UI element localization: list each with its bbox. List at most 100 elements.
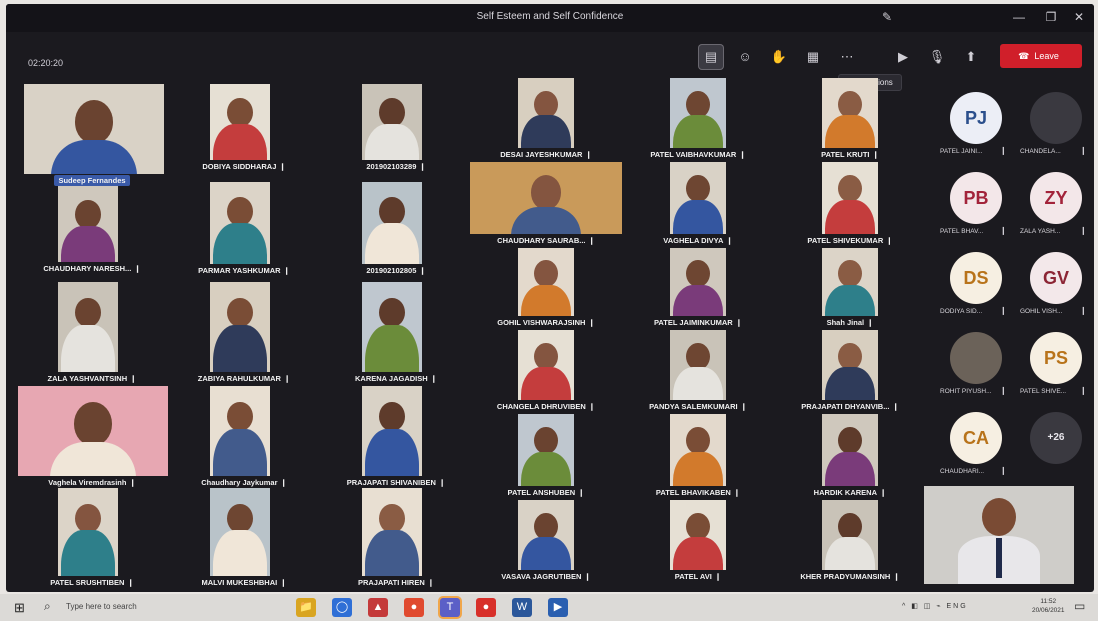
rooms-icon[interactable]: ▦ — [800, 44, 826, 70]
participant-tile[interactable]: Chaudhary Jaykumar ❙ — [168, 386, 320, 490]
participant-video — [58, 488, 118, 576]
participant-video — [670, 78, 726, 148]
participant-tile[interactable]: PANDYA SALEMKUMARI ❙ — [622, 330, 774, 414]
app-icon[interactable]: ▲ — [368, 598, 388, 617]
participant-avatar[interactable]: PB — [950, 172, 1002, 224]
participant-avatar[interactable]: ZY — [1030, 172, 1082, 224]
participant-tile[interactable]: PATEL VAIBHAVKUMAR ❙ — [622, 78, 774, 162]
taskbar-search-input[interactable]: Type here to search — [66, 602, 137, 611]
participant-head — [534, 512, 558, 540]
avatar-initials: DS — [963, 268, 989, 288]
cortana-icon[interactable]: ◯ — [332, 598, 352, 617]
avatar-name: DODIYA SID... — [940, 308, 983, 315]
app-red-icon[interactable]: ● — [476, 598, 496, 617]
participant-video — [518, 500, 574, 570]
participant-name: PATEL JAIMINKUMAR — [653, 318, 733, 327]
minimize-button[interactable]: — — [1008, 8, 1030, 26]
pen-icon[interactable]: ✎ — [876, 8, 898, 26]
search-icon[interactable]: ⌕ — [44, 599, 51, 614]
participant-name: ZALA YASHVANTSINH — [47, 374, 128, 383]
participant-name-label: PARMAR YASHKUMAR ❙ — [168, 264, 320, 278]
participant-tile[interactable]: PATEL BHAVIKABEN ❙ — [622, 414, 774, 500]
chrome-icon[interactable]: ● — [404, 598, 424, 617]
participant-body — [672, 367, 724, 400]
participant-tile[interactable]: PATEL ANSHUBEN ❙ — [470, 414, 622, 500]
participant-tile[interactable]: PRAJAPATI SHIVANIBEN ❙ — [320, 386, 472, 490]
participant-tile[interactable]: VASAVA JAGRUTIBEN ❙ — [470, 500, 622, 584]
participant-head — [379, 402, 405, 432]
participant-head — [379, 298, 405, 328]
participant-video — [210, 386, 270, 476]
taskbar-clock[interactable]: 11:52 20/06/2021 — [1032, 597, 1065, 615]
self-view-video[interactable] — [924, 486, 1074, 584]
participant-tile[interactable]: DESAI JAYESHKUMAR ❙ — [470, 78, 622, 162]
participant-video — [670, 330, 726, 400]
participant-tile[interactable]: PATEL SRUSHTIBEN ❙ — [16, 488, 168, 590]
participant-name-label: PATEL JAIMINKUMAR ❙ — [622, 316, 774, 330]
participant-tile[interactable]: CHANGELA DHRUVIBEN ❙ — [470, 330, 622, 414]
participant-tile[interactable]: PATEL KRUTI ❙ — [774, 78, 926, 162]
participant-tile[interactable]: 201902102805 ❙ — [320, 182, 472, 278]
participant-tile[interactable]: PRAJAPATI HIREN ❙ — [320, 488, 472, 590]
microphone-icon[interactable]: 🎙 — [924, 44, 950, 70]
participant-tile[interactable]: MALVI MUKESHBHAI ❙ — [168, 488, 320, 590]
close-button[interactable]: ✕ — [1068, 8, 1090, 26]
participant-avatar[interactable] — [950, 332, 1002, 384]
mic-muted-icon: ❙ — [892, 402, 899, 411]
participant-tile[interactable]: Vaghela Viremdrasinh ❙ — [16, 386, 168, 490]
chat-icon[interactable]: ☺ — [732, 44, 758, 70]
participant-tile[interactable]: PRAJAPATI DHYANVIB... ❙ — [774, 330, 926, 414]
participant-avatar[interactable] — [1030, 92, 1082, 144]
participant-tile[interactable]: CHAUDHARY SAURAB... ❙ — [470, 162, 622, 248]
participant-tile[interactable]: PATEL SHIVEKUMAR ❙ — [774, 162, 926, 248]
participant-body — [365, 223, 419, 264]
mic-muted-icon: ❙ — [714, 572, 722, 581]
media-player-icon[interactable]: ▶ — [548, 598, 568, 617]
participant-tile[interactable]: GOHIL VISHWARAJSINH ❙ — [470, 248, 622, 330]
participant-avatar[interactable]: PS — [1030, 332, 1082, 384]
participant-name: PANDYA SALEMKUMARI — [649, 402, 738, 411]
participant-video — [18, 386, 168, 476]
notification-icon[interactable]: ▭ — [1074, 599, 1085, 613]
participant-name: CHAUDHARY NARESH... — [43, 264, 132, 273]
participant-tile[interactable]: KARENA JAGADISH ❙ — [320, 282, 472, 386]
participant-tile[interactable]: DOBIYA SIDDHARAJ ❙ — [168, 84, 320, 174]
maximize-button[interactable]: ❐ — [1040, 8, 1062, 26]
participant-tile[interactable]: VAGHELA DIVYA ❙ — [622, 162, 774, 248]
raise-hand-icon[interactable]: ✋ — [766, 44, 792, 70]
participant-body — [50, 139, 138, 174]
participant-video — [362, 84, 422, 160]
more-actions-icon[interactable]: ⋯ — [834, 44, 860, 70]
camera-icon[interactable]: ▶ — [890, 44, 916, 70]
file-explorer-icon[interactable]: 📁 — [296, 598, 316, 617]
more-participants-button[interactable]: +26 — [1030, 412, 1082, 464]
windows-start-icon[interactable]: ⊞ — [14, 600, 25, 616]
participant-tile[interactable]: Sudeep Fernandes — [16, 84, 168, 188]
participant-tile[interactable]: PARMAR YASHKUMAR ❙ — [168, 182, 320, 278]
leave-button[interactable]: ☎ Leave — [1000, 44, 1082, 68]
share-icon[interactable]: ⬆ — [958, 44, 984, 70]
participant-tile[interactable]: Shah Jinal ❙ — [774, 248, 926, 330]
participant-avatar[interactable]: GV — [1030, 252, 1082, 304]
participant-tile[interactable]: 201902103289 ❙ — [320, 84, 472, 174]
mic-muted-icon: ❙ — [127, 578, 134, 587]
participant-tile[interactable]: ZALA YASHVANTSINH ❙ — [16, 282, 168, 386]
participant-tile[interactable]: PATEL AVI ❙ — [622, 500, 774, 584]
participant-avatar[interactable]: PJ — [950, 92, 1002, 144]
participant-tile[interactable]: ZABIYA RAHULKUMAR ❙ — [168, 282, 320, 386]
participant-name: VASAVA JAGRUTIBEN — [501, 572, 582, 581]
participant-avatar[interactable]: CA — [950, 412, 1002, 464]
participant-tile[interactable]: KHER PRADYUMANSINH ❙ — [774, 500, 926, 584]
word-icon[interactable]: W — [512, 598, 532, 617]
participant-tile[interactable]: CHAUDHARY NARESH... ❙ — [16, 186, 168, 276]
participant-tile[interactable]: HARDIK KARENA ❙ — [774, 414, 926, 500]
participants-icon[interactable]: ▤ — [698, 44, 724, 70]
teams-meeting-window: Self Esteem and Self Confidence ✎ — ❐ ✕ … — [6, 4, 1094, 592]
teams-icon[interactable]: T — [440, 598, 460, 617]
participant-avatar[interactable]: DS — [950, 252, 1002, 304]
participant-body — [520, 451, 572, 486]
system-tray[interactable]: ^ ◧ ◫ ⌁ ENG — [902, 602, 968, 610]
mic-muted-icon: ❙ — [739, 150, 746, 159]
participant-name-label: Shah Jinal ❙ — [774, 316, 926, 330]
participant-tile[interactable]: PATEL JAIMINKUMAR ❙ — [622, 248, 774, 330]
